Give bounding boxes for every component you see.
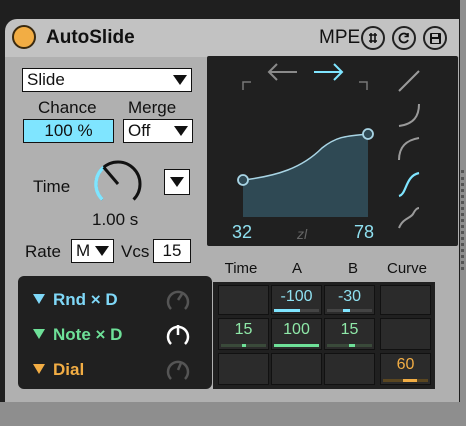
cell-r2-time[interactable]: 15: [218, 318, 269, 350]
arrow-left-icon: [267, 63, 297, 81]
rate-label: Rate: [25, 242, 61, 261]
matrix-header-a: A: [291, 260, 302, 277]
merge-label: Merge: [128, 98, 177, 117]
triangle-down-icon: [33, 364, 45, 374]
linear-shape-icon: [398, 70, 420, 92]
cell-r1-b[interactable]: -30: [324, 285, 375, 315]
knob-needle: [102, 166, 120, 185]
chance-label: Chance: [38, 98, 97, 117]
curve-end-value[interactable]: 78: [354, 222, 374, 243]
arrow-right-icon: [314, 63, 344, 81]
time-knob[interactable]: [88, 156, 148, 212]
chevron-down-icon: [173, 75, 187, 85]
chevron-down-icon: [174, 126, 188, 136]
mode-dropdown[interactable]: Slide: [22, 68, 192, 92]
power-icon[interactable]: [12, 25, 36, 49]
knob-fill: [94, 165, 105, 201]
vcs-field[interactable]: 15: [153, 239, 191, 263]
rate-dropdown-value: M: [76, 241, 91, 260]
time-label: Time: [33, 177, 71, 196]
resize-grip[interactable]: [461, 170, 466, 270]
exp-shape-icon: [398, 137, 420, 161]
time-knob-dial: [94, 160, 142, 201]
cell-r1-a[interactable]: -100: [271, 285, 322, 315]
curve-start-value[interactable]: 32: [232, 222, 252, 243]
vcs-label: Vcs: [121, 242, 150, 261]
curve-graph[interactable]: [207, 56, 458, 246]
cell-value: 60: [396, 356, 415, 373]
cell-r1-curve[interactable]: [380, 285, 431, 315]
matrix-header-time: Time: [224, 260, 258, 277]
matrix-header-b: B: [347, 260, 358, 277]
log-shape-icon: [398, 103, 420, 127]
cell-r3-b[interactable]: [324, 353, 375, 385]
merge-dropdown-value: Off: [128, 121, 151, 140]
row1-knob[interactable]: [163, 285, 193, 315]
curve-panel: 32 zl 78: [207, 56, 458, 246]
routing-row-label: Note × D: [53, 325, 123, 344]
curve-start-handle: [237, 174, 249, 186]
triangle-down-icon: [33, 294, 45, 304]
cell-r3-a[interactable]: [271, 353, 322, 385]
triangle-down-icon: [33, 329, 45, 339]
row3-knob[interactable]: [163, 355, 193, 385]
cell-r3-curve[interactable]: 60: [380, 353, 431, 385]
cell-value: 15: [340, 321, 359, 338]
matrix-header-curve: Curve: [386, 260, 427, 277]
chevron-down-icon: [170, 177, 184, 187]
cell-value: 100: [283, 321, 310, 338]
save-icon[interactable]: [423, 26, 447, 50]
curve-end-handle: [362, 128, 374, 140]
routing-row-label: Dial: [53, 360, 85, 379]
wave-shape-icon: [398, 207, 420, 229]
cell-r2-curve[interactable]: [380, 318, 431, 350]
chance-field[interactable]: 100 %: [23, 119, 114, 143]
cell-r3-time[interactable]: [218, 353, 269, 385]
rate-dropdown[interactable]: M: [71, 239, 114, 263]
s-shape-icon: [398, 171, 420, 198]
in-out-icon[interactable]: [361, 26, 385, 50]
row2-knob[interactable]: [163, 320, 193, 350]
curve-center-glyph: zl: [297, 226, 308, 242]
cell-r1-time[interactable]: [218, 285, 269, 315]
mpe-label: MPE: [319, 27, 361, 48]
chevron-down-icon: [95, 246, 109, 256]
matrix-header: Time A B Curve: [213, 254, 435, 282]
cell-value: -30: [337, 288, 362, 305]
cell-value: 15: [234, 321, 253, 338]
mode-dropdown-value: Slide: [27, 70, 65, 89]
cell-value: -100: [280, 288, 313, 305]
device-title: AutoSlide: [46, 27, 135, 48]
cell-r2-a[interactable]: 100: [271, 318, 322, 350]
time-value: 1.00 s: [92, 210, 139, 229]
merge-dropdown[interactable]: Off: [123, 119, 193, 143]
time-unit-dropdown[interactable]: [164, 169, 190, 195]
reset-icon[interactable]: [392, 26, 416, 50]
cell-r2-b[interactable]: 15: [324, 318, 375, 350]
routing-row-label: Rnd × D: [53, 290, 118, 309]
